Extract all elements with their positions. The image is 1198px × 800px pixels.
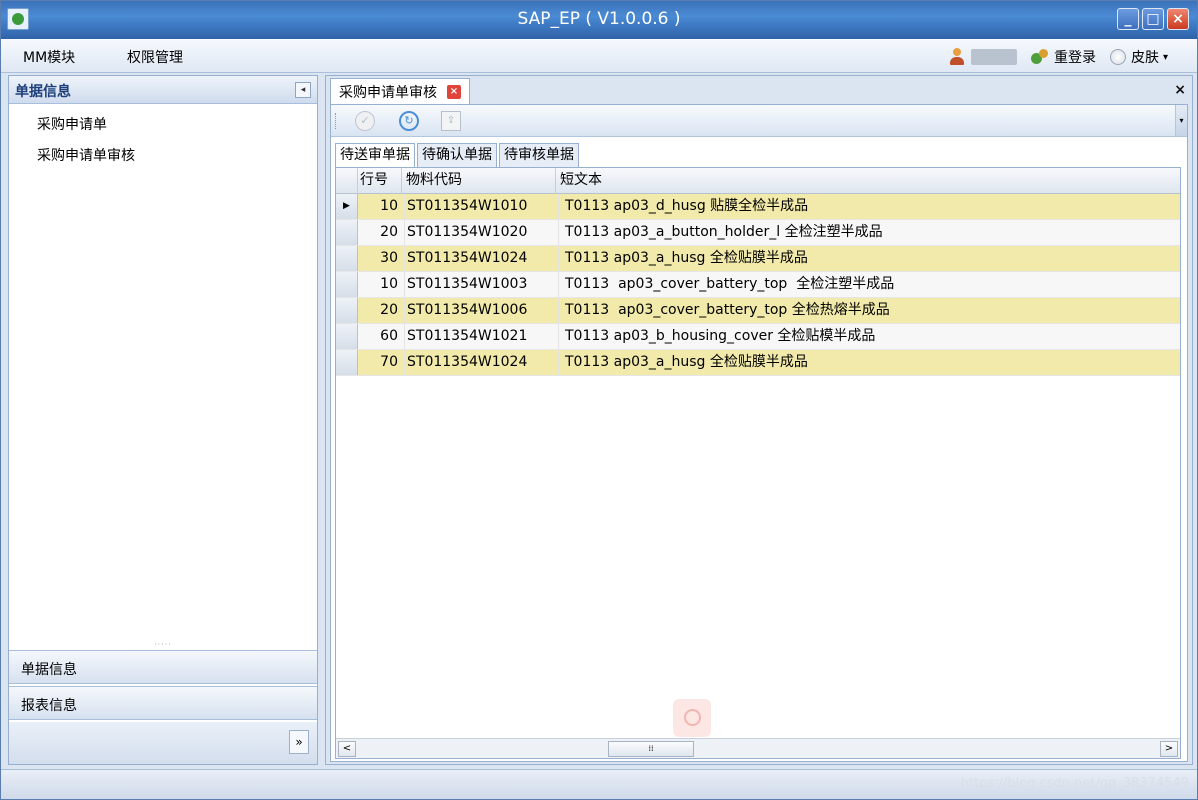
cell-material-code: ST011354W1003 — [404, 272, 554, 298]
cell-short-text: T0113 ap03_a_button_holder_l 全检注塑半成品 — [558, 220, 883, 246]
cell-material-code: ST011354W1020 — [404, 220, 554, 246]
search-overlay-icon[interactable] — [673, 699, 711, 737]
table-row[interactable]: ▶ 10 ST011354W1010 T0113 ap03_d_husg 贴膜全… — [336, 194, 1180, 220]
column-header-short-text[interactable]: 短文本 — [556, 168, 1180, 194]
tab-pending-confirm[interactable]: 待确认单据 — [417, 143, 497, 167]
tab-close-icon[interactable]: × — [447, 84, 461, 99]
tab-label: 采购申请单审核 — [339, 84, 437, 101]
collapse-sidebar-button[interactable]: ◂ — [295, 82, 311, 98]
close-button[interactable]: × — [1167, 8, 1189, 30]
tab-purchase-request-review[interactable]: 采购申请单审核 × — [330, 78, 470, 104]
column-header-material-code[interactable]: 物料代码 — [402, 168, 556, 194]
cell-line: 30 — [380, 250, 398, 266]
tab-content: ✓ ↻ ⇪ ▾ 待送审单据 待确认单据 待审核单据 行号 物料代码 短文本 ▶ — [330, 104, 1188, 762]
sidebar: 单据信息 ◂ 采购申请单 采购申请单审核 ····· 单据信息 报表信息 » — [8, 75, 318, 765]
maximize-button[interactable]: □ — [1142, 8, 1164, 30]
tab-pending-review[interactable]: 待审核单据 — [499, 143, 579, 167]
row-selector[interactable] — [336, 272, 358, 297]
cell-material-code: ST011354W1010 — [404, 194, 554, 220]
user-icon — [949, 48, 965, 66]
sidebar-header: 单据信息 ◂ — [9, 76, 317, 104]
cell-short-text: T0113 ap03_b_housing_cover 全检贴模半成品 — [558, 324, 875, 350]
cell-short-text: T0113 ap03_a_husg 全检贴膜半成品 — [558, 246, 808, 272]
table-row[interactable]: 10 ST011354W1003 T0113 ap03_cover_batter… — [336, 272, 1180, 298]
row-selector[interactable] — [336, 246, 358, 271]
sidebar-splitter[interactable]: ····· — [9, 641, 317, 649]
table-row[interactable]: 30 ST011354W1024 T0113 ap03_a_husg 全检贴膜半… — [336, 246, 1180, 272]
toolbar: ✓ ↻ ⇪ ▾ — [331, 105, 1187, 137]
cell-line: 70 — [380, 354, 398, 370]
current-row-indicator-icon[interactable]: ▶ — [336, 194, 358, 219]
title-bar[interactable]: SAP_EP ( V1.0.0.6 ) _ □ × — [1, 1, 1197, 39]
accordion-report-info[interactable]: 报表信息 — [9, 686, 317, 720]
window-title: SAP_EP ( V1.0.0.6 ) — [517, 9, 681, 29]
main-panel: 采购申请单审核 × × ✓ ↻ ⇪ ▾ 待送审单据 待确认单据 待审核单据 行号 — [325, 75, 1193, 765]
accordion-label: 报表信息 — [21, 698, 77, 714]
cell-short-text: T0113 ap03_d_husg 贴膜全检半成品 — [558, 194, 808, 220]
cell-material-code: ST011354W1021 — [404, 324, 554, 350]
data-grid: 行号 物料代码 短文本 ▶ 10 ST011354W1010 T0113 ap0… — [335, 167, 1181, 759]
row-selector[interactable] — [336, 350, 358, 375]
expand-accordion-button[interactable]: » — [289, 730, 309, 754]
relogin-link[interactable]: 重登录 — [1054, 47, 1096, 67]
app-window: SAP_EP ( V1.0.0.6 ) _ □ × MM模块 权限管理 重登录 … — [0, 0, 1198, 800]
column-header-line[interactable]: 行号 — [356, 168, 402, 194]
scroll-left-button[interactable]: < — [338, 741, 356, 757]
toolbar-grip[interactable] — [335, 113, 338, 129]
accordion-document-info[interactable]: 单据信息 — [9, 650, 317, 684]
table-row[interactable]: 70 ST011354W1024 T0113 ap03_a_husg 全检贴膜半… — [336, 350, 1180, 376]
approve-icon[interactable]: ✓ — [355, 111, 375, 131]
cell-line: 20 — [380, 224, 398, 240]
table-row[interactable]: 20 ST011354W1006 T0113 ap03_cover_batter… — [336, 298, 1180, 324]
sidebar-item-purchase-request-review[interactable]: 采购申请单审核 — [37, 145, 135, 165]
grid-header: 行号 物料代码 短文本 — [336, 168, 1180, 194]
cell-short-text: T0113 ap03_cover_battery_top 全检热熔半成品 — [558, 298, 890, 324]
row-selector[interactable] — [336, 324, 358, 349]
cell-line: 20 — [380, 302, 398, 318]
row-selector[interactable] — [336, 298, 358, 323]
scroll-right-button[interactable]: > — [1160, 741, 1178, 757]
horizontal-scrollbar[interactable]: < ⁞⁞ > — [336, 738, 1180, 758]
skin-menu[interactable]: 皮肤 — [1131, 47, 1159, 67]
accordion-footer: » — [9, 722, 317, 764]
cell-material-code: ST011354W1024 — [404, 350, 554, 376]
skin-icon[interactable] — [1110, 49, 1126, 65]
cell-line: 10 — [380, 198, 398, 214]
menu-bar: MM模块 权限管理 重登录 皮肤 ▾ — [1, 39, 1197, 73]
status-bar: https://blog.csdn.net/qq_38374549 — [1, 769, 1197, 799]
user-area: 重登录 皮肤 ▾ — [949, 47, 1168, 67]
menu-mm-module[interactable]: MM模块 — [23, 47, 75, 67]
user-name-redacted — [971, 49, 1017, 65]
table-row[interactable]: 20 ST011354W1020 T0113 ap03_a_button_hol… — [336, 220, 1180, 246]
scroll-thumb[interactable]: ⁞⁞ — [608, 741, 694, 757]
sidebar-item-purchase-request[interactable]: 采购申请单 — [37, 114, 107, 134]
menu-permission-management[interactable]: 权限管理 — [127, 47, 183, 67]
refresh-icon[interactable]: ↻ — [399, 111, 419, 131]
table-row[interactable]: 60 ST011354W1021 T0113 ap03_b_housing_co… — [336, 324, 1180, 350]
cell-short-text: T0113 ap03_a_husg 全检贴膜半成品 — [558, 350, 808, 376]
subtab-bar: 待送审单据 待确认单据 待审核单据 — [335, 143, 581, 168]
export-icon[interactable]: ⇪ — [441, 111, 461, 131]
row-selector[interactable] — [336, 220, 358, 245]
toolbar-overflow-button[interactable]: ▾ — [1175, 105, 1187, 136]
chevron-down-icon[interactable]: ▾ — [1163, 52, 1168, 63]
sidebar-header-title: 单据信息 — [15, 84, 71, 100]
watermark-text: https://blog.csdn.net/qq_38374549 — [960, 776, 1189, 791]
relogin-icon[interactable] — [1031, 49, 1049, 65]
accordion-label: 单据信息 — [21, 662, 77, 678]
cell-short-text: T0113 ap03_cover_battery_top 全检注塑半成品 — [558, 272, 894, 298]
tab-pending-submit[interactable]: 待送审单据 — [335, 143, 415, 168]
minimize-button[interactable]: _ — [1117, 8, 1139, 30]
row-selector-header — [336, 168, 358, 194]
cell-line: 10 — [380, 276, 398, 292]
close-all-tabs-icon[interactable]: × — [1174, 82, 1186, 98]
cell-line: 60 — [380, 328, 398, 344]
cell-material-code: ST011354W1006 — [404, 298, 554, 324]
cell-material-code: ST011354W1024 — [404, 246, 554, 272]
